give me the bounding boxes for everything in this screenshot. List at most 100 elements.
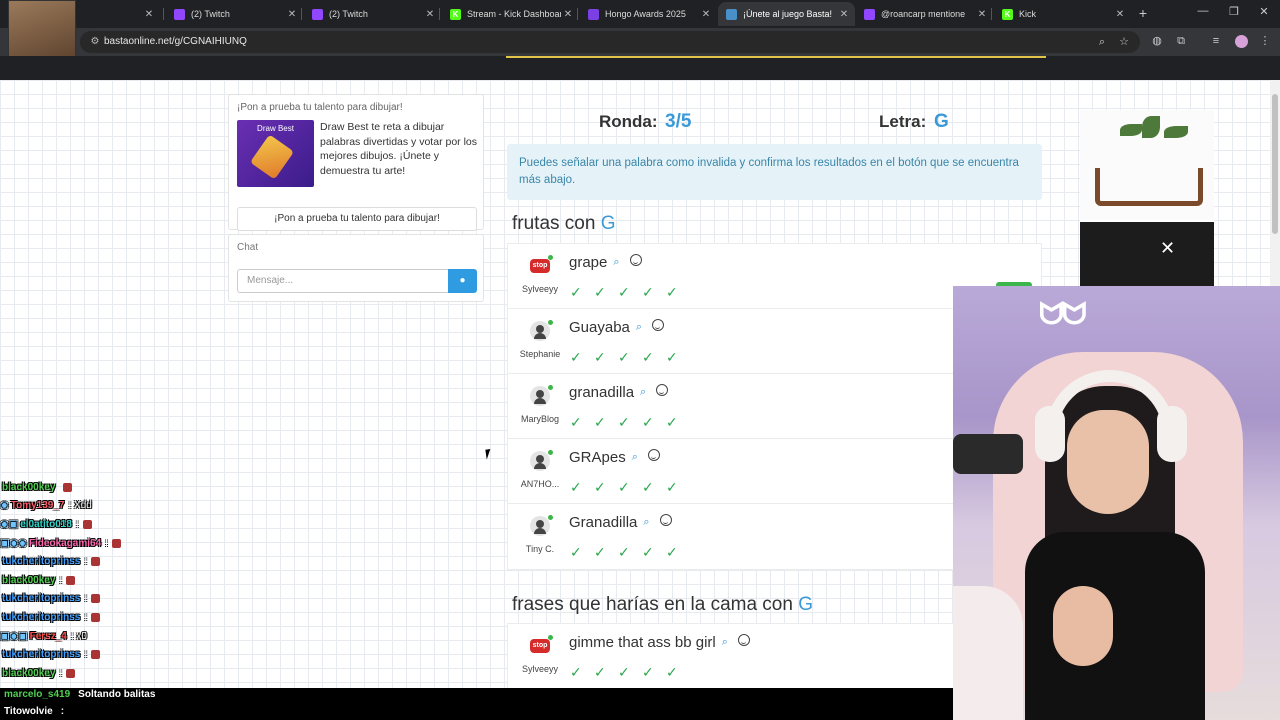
checkmark-icon[interactable]: ✓ <box>594 479 618 496</box>
stop-sign-icon: stop <box>530 259 550 273</box>
checkmark-icon[interactable]: ✓ <box>642 349 666 366</box>
browser-tab[interactable]: Hongo Awards 2025 ✕ <box>580 2 717 26</box>
menu-kebab-icon[interactable]: ⋮ <box>1257 33 1273 49</box>
checkmark-icon[interactable]: ✓ <box>666 284 690 301</box>
ad-dark-image <box>1080 222 1214 292</box>
checkmark-icon[interactable]: ✓ <box>642 544 666 561</box>
chat-username: Fersz_4 <box>29 630 67 642</box>
tab-close-icon[interactable]: ✕ <box>285 9 299 20</box>
vote-checks: ✓ ✓ ✓ ✓ ✓ <box>570 284 690 301</box>
search-icon[interactable]: ⌕ <box>613 256 619 269</box>
url-text[interactable]: bastaonline.net/g/CGNAIHIUNQ <box>104 36 247 47</box>
chat-message-input[interactable]: Mensaje... <box>237 269 449 293</box>
search-icon[interactable]: ⌕ <box>722 636 728 649</box>
minimize-icon[interactable]: — <box>1196 5 1210 17</box>
tab-close-icon[interactable]: ✕ <box>142 9 156 20</box>
promo-description: Draw Best te reta a dibujar palabras div… <box>320 121 477 177</box>
new-tab-button[interactable]: + <box>1136 5 1150 21</box>
checkmark-icon[interactable]: ✓ <box>618 349 642 366</box>
checkmark-icon[interactable]: ✓ <box>594 664 618 681</box>
zoom-icon[interactable]: ⌕ <box>1094 34 1110 50</box>
search-icon[interactable]: ⌕ <box>640 386 646 399</box>
checkmark-icon[interactable]: ✓ <box>642 284 666 301</box>
checkmark-icon[interactable]: ✓ <box>666 544 690 561</box>
browser-tab[interactable]: (2) Twitch ✕ <box>304 2 441 26</box>
search-icon[interactable]: ⌕ <box>636 321 642 334</box>
tab-favicon-icon <box>864 8 875 20</box>
browser-tab[interactable]: ¡Únete al juego Basta! ✕ <box>718 2 855 26</box>
chat-emote-icon <box>66 668 76 678</box>
answer-word: Granadilla ⌕ <box>569 514 672 531</box>
bookmark-star-icon[interactable]: ☆ <box>1116 34 1132 50</box>
reaction-smiley-icon[interactable] <box>629 254 642 266</box>
checkmark-icon[interactable]: ✓ <box>666 479 690 496</box>
search-icon[interactable]: ⌕ <box>632 451 638 464</box>
chat-send-button[interactable]: ● <box>448 269 477 293</box>
chat-message-text: : <box>60 706 65 717</box>
tab-close-icon[interactable]: ✕ <box>561 9 575 20</box>
checkmark-icon[interactable]: ✓ <box>570 349 594 366</box>
checkmark-icon[interactable]: ✓ <box>594 349 618 366</box>
checkmark-icon[interactable]: ✓ <box>594 284 618 301</box>
checkmark-icon[interactable]: ✓ <box>570 544 594 561</box>
online-status-dot <box>548 255 553 260</box>
advertisement[interactable] <box>1080 110 1214 292</box>
reaction-smiley-icon[interactable] <box>656 384 669 396</box>
restore-icon[interactable]: ❐ <box>1227 5 1241 18</box>
puzzle-icon[interactable]: ⧉ <box>1173 33 1189 49</box>
reaction-smiley-icon[interactable] <box>652 319 665 331</box>
tab-title: Stream - Kick Dashboard <box>467 9 561 19</box>
checkmark-icon[interactable]: ✓ <box>618 664 642 681</box>
tab-close-icon[interactable]: ✕ <box>975 9 989 20</box>
round-value: 3/5 <box>665 111 692 132</box>
tab-close-icon[interactable]: ✕ <box>1113 9 1127 20</box>
extension-icon[interactable]: ◍ <box>1149 33 1165 49</box>
checkmark-icon[interactable]: ✓ <box>594 544 618 561</box>
profile-avatar[interactable] <box>1235 35 1248 48</box>
checkmark-icon[interactable]: ✓ <box>666 414 690 431</box>
reaction-smiley-icon[interactable] <box>737 634 750 646</box>
reaction-smiley-icon[interactable] <box>659 514 672 526</box>
player-avatar <box>530 451 550 471</box>
checkmark-icon[interactable]: ✓ <box>618 414 642 431</box>
browser-tab[interactable]: K Kick ✕ <box>994 2 1131 26</box>
checkmark-icon[interactable]: ✓ <box>642 479 666 496</box>
media-control-icon[interactable]: ≡ <box>1208 33 1224 49</box>
checkmark-icon[interactable]: ✓ <box>570 664 594 681</box>
checkmark-icon[interactable]: ✓ <box>570 284 594 301</box>
ad-close-button[interactable]: ✕ <box>1160 238 1175 259</box>
chat-heading: Chat <box>237 242 259 253</box>
close-window-icon[interactable]: ✕ <box>1257 5 1271 18</box>
chat-badge-icons: ◉▣ <box>0 518 19 530</box>
checkmark-icon[interactable]: ✓ <box>666 664 690 681</box>
search-icon[interactable]: ⌕ <box>643 516 649 529</box>
checkmark-icon[interactable]: ✓ <box>618 284 642 301</box>
omnibox[interactable]: ⚙ bastaonline.net/g/CGNAIHIUNQ ⌕ ☆ <box>80 31 1140 53</box>
checkmark-icon[interactable]: ✓ <box>642 664 666 681</box>
tab-close-icon[interactable]: ✕ <box>699 9 713 20</box>
tab-title: (2) Twitch <box>329 9 368 19</box>
checkmark-icon[interactable]: ✓ <box>642 414 666 431</box>
checkmark-icon[interactable]: ✓ <box>570 414 594 431</box>
chat-message-text: : <box>59 667 63 679</box>
checkmark-icon[interactable]: ✓ <box>666 349 690 366</box>
tab-close-icon[interactable]: ✕ <box>423 9 437 20</box>
tab-title: (2) Twitch <box>191 9 230 19</box>
stream-chat-message: ◉▣ el0atito018: <box>0 515 300 534</box>
checkmark-icon[interactable]: ✓ <box>618 479 642 496</box>
browser-tab[interactable]: K Stream - Kick Dashboard ✕ <box>442 2 579 26</box>
chat-message-text: : Xdd <box>68 500 92 512</box>
chat-badge-icons: ◉ <box>0 500 9 512</box>
site-info-icon[interactable]: ⚙ <box>88 35 102 49</box>
tab-favicon-icon: K <box>1002 8 1013 20</box>
browser-tab[interactable]: @roancarp mentione ✕ <box>856 2 993 26</box>
checkmark-icon[interactable]: ✓ <box>570 479 594 496</box>
online-status-dot <box>548 635 553 640</box>
browser-tab[interactable]: (2) Twitch ✕ <box>166 2 303 26</box>
tab-close-icon[interactable]: ✕ <box>837 9 851 20</box>
checkmark-icon[interactable]: ✓ <box>618 544 642 561</box>
promo-button[interactable]: ¡Pon a prueba tu talento para dibujar! <box>237 207 477 231</box>
checkmark-icon[interactable]: ✓ <box>594 414 618 431</box>
reaction-smiley-icon[interactable] <box>647 449 660 461</box>
promo-thumbnail[interactable]: Draw Best <box>237 120 314 187</box>
